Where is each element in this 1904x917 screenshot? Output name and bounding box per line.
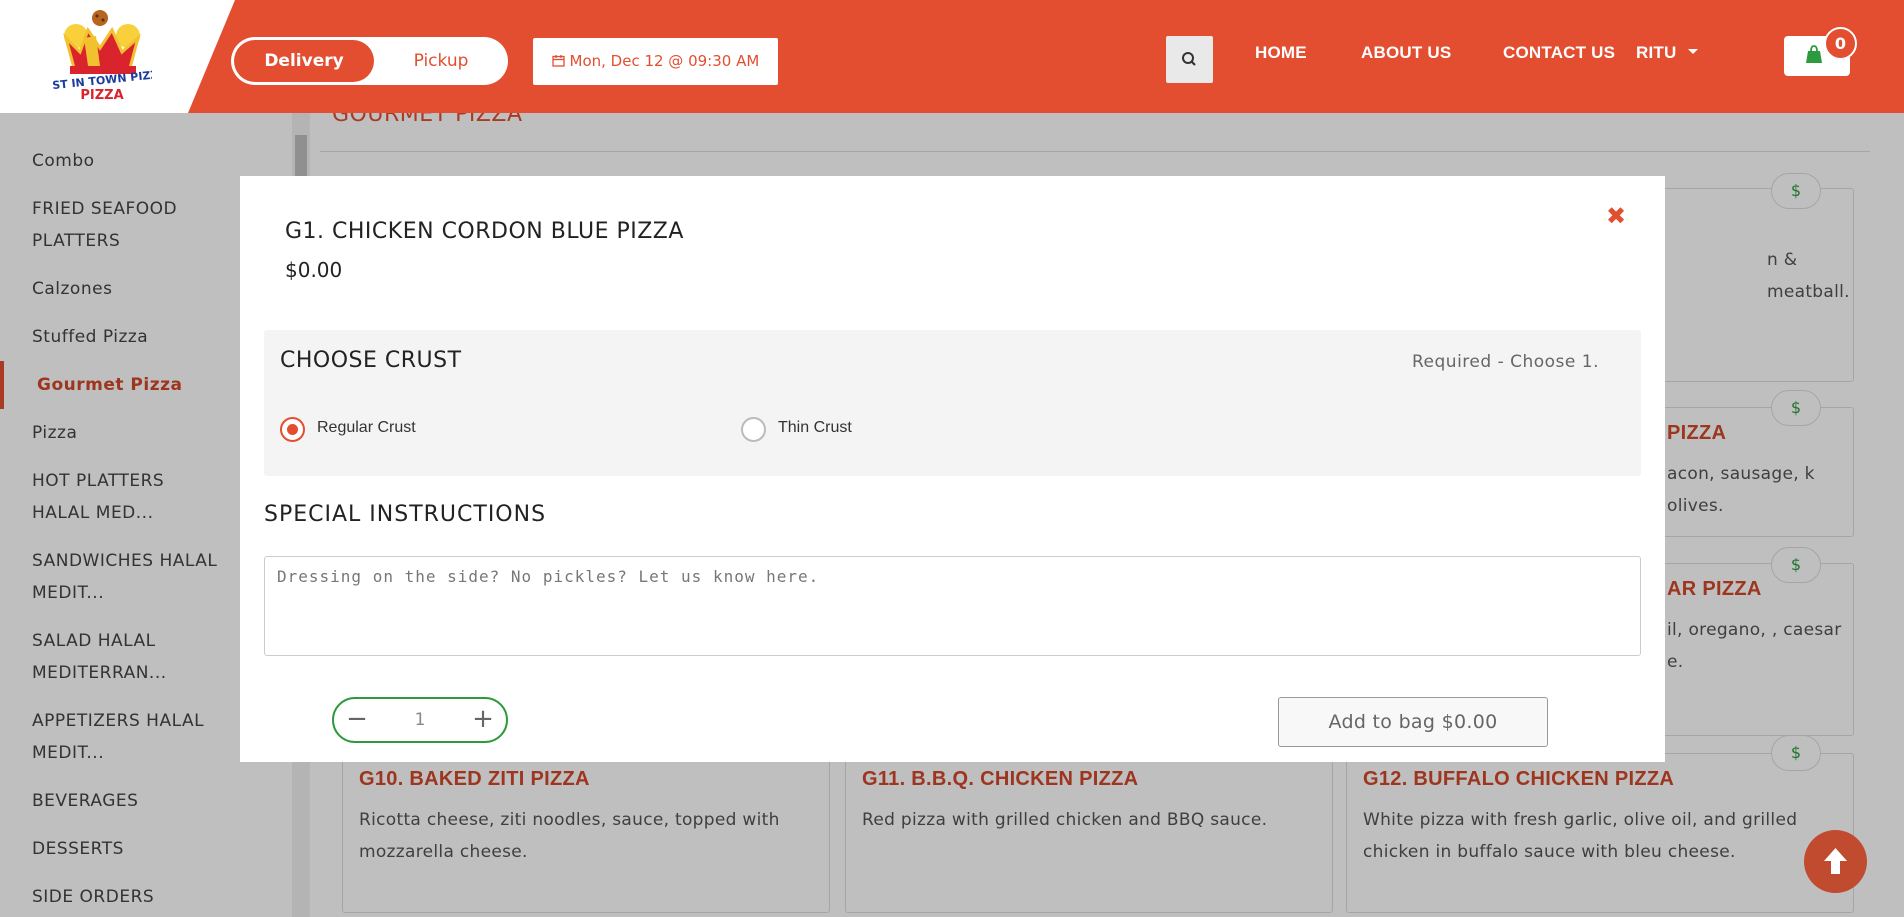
- add-to-bag-button[interactable]: Add to bag $0.00: [1278, 697, 1548, 747]
- modal-item-price: $0.00: [285, 258, 343, 282]
- pickup-option[interactable]: Pickup: [381, 40, 501, 82]
- quantity-stepper: − 1 +: [332, 697, 508, 743]
- crust-group-title: CHOOSE CRUST: [280, 348, 462, 373]
- order-type-toggle: Delivery Pickup: [231, 37, 508, 85]
- crust-options-group: CHOOSE CRUST Required - Choose 1. Regula…: [264, 330, 1641, 476]
- nav-about-us[interactable]: ABOUT US: [1361, 43, 1451, 63]
- search-icon: [1182, 52, 1196, 66]
- increase-quantity-button[interactable]: +: [463, 699, 503, 741]
- crust-requirement: Required - Choose 1.: [1412, 352, 1599, 372]
- modal-item-title: G1. CHICKEN CORDON BLUE PIZZA: [285, 219, 684, 244]
- nav-contact-us[interactable]: CONTACT US: [1503, 43, 1615, 63]
- user-name: RITU: [1636, 43, 1677, 62]
- regular-crust-label[interactable]: Regular Crust: [317, 419, 416, 437]
- thin-crust-label[interactable]: Thin Crust: [778, 419, 852, 437]
- thin-crust-radio[interactable]: [741, 417, 766, 442]
- logo-area: BEST IN TOWN PIZZA PIZZA: [0, 0, 235, 113]
- delivery-option[interactable]: Delivery: [234, 40, 374, 82]
- brand-logo[interactable]: BEST IN TOWN PIZZA PIZZA: [52, 8, 152, 104]
- calendar-icon: [552, 52, 570, 70]
- caret-down-icon: [1688, 49, 1699, 54]
- schedule-datetime-button[interactable]: Mon, Dec 12 @ 09:30 AM: [533, 38, 778, 85]
- regular-crust-radio[interactable]: [280, 417, 305, 442]
- special-instructions-title: SPECIAL INSTRUCTIONS: [264, 502, 547, 527]
- search-button[interactable]: [1166, 36, 1213, 83]
- site-header: BEST IN TOWN PIZZA PIZZA Delivery Pickup…: [0, 0, 1904, 113]
- nav-user-menu[interactable]: RITU: [1636, 43, 1699, 63]
- decrease-quantity-button[interactable]: −: [337, 699, 377, 741]
- arrow-up-icon: [1824, 848, 1847, 874]
- item-options-modal: G1. CHICKEN CORDON BLUE PIZZA $0.00 ✖ CH…: [240, 176, 1665, 762]
- svg-text:PIZZA: PIZZA: [80, 88, 123, 103]
- nav-home[interactable]: HOME: [1255, 43, 1307, 63]
- datetime-label: Mon, Dec 12 @ 09:30 AM: [569, 52, 760, 70]
- quantity-value[interactable]: 1: [384, 699, 456, 741]
- close-icon[interactable]: ✖: [1603, 203, 1629, 229]
- back-to-top-button[interactable]: [1804, 830, 1867, 893]
- cart-count-badge: 0: [1824, 27, 1857, 60]
- special-instructions-input[interactable]: [264, 556, 1641, 656]
